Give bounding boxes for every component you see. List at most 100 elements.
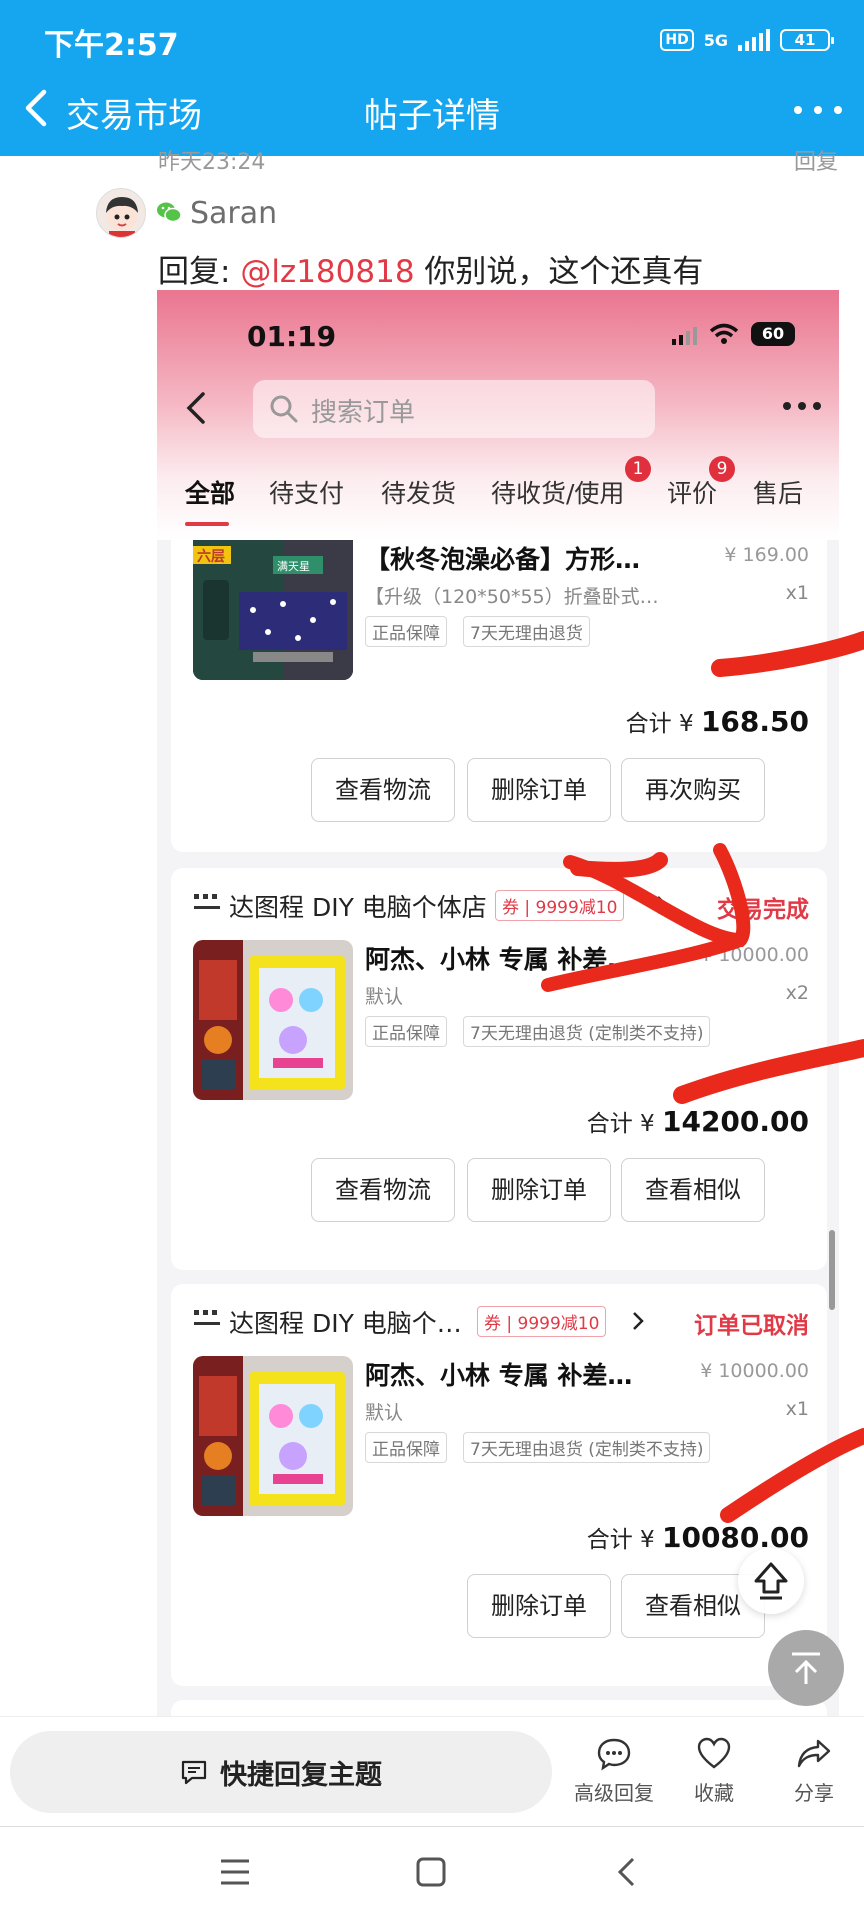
system-navigation-bar xyxy=(0,1826,864,1920)
chevron-right-icon xyxy=(631,1310,645,1336)
tag-authentic: 正品保障 xyxy=(365,1016,447,1047)
product-title: 阿杰、小林 专属 补差… xyxy=(365,1361,633,1390)
back-label[interactable]: 交易市场 xyxy=(66,88,202,137)
product-title: 【秋冬泡澡必备】方形… xyxy=(365,545,641,574)
coupon-label: 券 xyxy=(484,1314,501,1334)
menu-icon[interactable] xyxy=(218,1857,252,1891)
product-qty: x1 xyxy=(785,1398,809,1420)
bathtub-product-image: 六层 满天星 xyxy=(193,540,353,680)
signal-icon xyxy=(738,29,770,51)
home-icon[interactable] xyxy=(414,1855,448,1893)
status-icons: HD 5G 41 xyxy=(660,22,834,58)
comment-icon xyxy=(181,1760,207,1785)
order-total: 合计 ¥ 14200.00 xyxy=(587,1104,809,1138)
product-price: ¥ 169.00 xyxy=(724,544,809,566)
product-title: 阿杰、小林 专属 补差… xyxy=(365,945,633,974)
order-status: 订单已取消 xyxy=(694,1313,809,1339)
inner-back-icon xyxy=(179,386,213,430)
upload-float-button[interactable] xyxy=(738,1548,804,1614)
quick-reply-button[interactable]: 快捷回复主题 xyxy=(10,1731,552,1813)
coupon-label: 券 xyxy=(502,898,519,918)
wifi-icon xyxy=(709,323,739,344)
view-logistics-button: 查看物流 xyxy=(311,1158,455,1222)
inner-status-time: 01:19 xyxy=(247,320,337,353)
product-spec: 默认 xyxy=(365,986,404,1008)
search-placeholder: 搜索订单 xyxy=(311,398,416,428)
arrow-up-outline-icon xyxy=(754,1562,788,1600)
more-button[interactable] xyxy=(794,92,842,128)
coupon-value: 9999减10 xyxy=(517,1314,600,1334)
product-spec: 【升级（120*50*55）折叠卧式… xyxy=(365,586,659,608)
tab-review: 评价 xyxy=(667,479,718,508)
chevron-right-icon xyxy=(655,894,669,920)
delete-order-button: 删除订单 xyxy=(467,1158,611,1222)
tag-authentic: 正品保障 xyxy=(365,1432,447,1463)
inner-more-icon xyxy=(783,402,821,412)
total-amount: 14200.00 xyxy=(661,1105,809,1138)
tab-all: 全部 xyxy=(185,479,236,508)
pc-case-product-image xyxy=(193,940,353,1100)
favorite-button[interactable]: 收藏 xyxy=(666,1737,762,1806)
to-top-icon xyxy=(792,1652,820,1684)
search-icon xyxy=(269,394,299,424)
battery-icon: 41 xyxy=(780,29,834,51)
tag-authentic: 正品保障 xyxy=(365,616,447,647)
thumb-text-b: 满天星 xyxy=(277,560,310,573)
order-card: 六层 满天星 【秋冬泡澡必备】方形… ¥ 169.00 【升级（120*50*5… xyxy=(171,540,827,852)
advanced-reply-button[interactable]: 高级回复 xyxy=(566,1737,662,1806)
reply-prefix: 回复: xyxy=(158,254,241,290)
quick-reply-label: 快捷回复主题 xyxy=(220,1759,382,1791)
product-price: ¥ 10000.00 xyxy=(700,944,809,966)
order-total: 合计 ¥ 168.50 xyxy=(626,704,809,738)
share-button[interactable]: 分享 xyxy=(766,1737,862,1806)
order-card: 达图程 DIY 电脑个体店 券 | 9999减10 交易完成 阿杰、小林 专属 … xyxy=(171,868,827,1270)
reply-link-clipped[interactable]: 回复 xyxy=(794,144,838,176)
avatar[interactable] xyxy=(96,188,146,238)
product-price: ¥ 10000.00 xyxy=(700,1360,809,1382)
screen: 下午2:57 HD 5G 41 交易市场 帖子详情 昨天23:24 回复 Sar… xyxy=(0,0,864,1920)
view-logistics-button: 查看物流 xyxy=(311,758,455,822)
advanced-reply-label: 高级回复 xyxy=(574,1781,654,1805)
coupon-badge: 券 | 9999减10 xyxy=(495,890,625,921)
back-button[interactable] xyxy=(18,86,58,130)
tab-pending-ship: 待发货 xyxy=(381,479,457,508)
product-thumbnail: 六层 满天星 xyxy=(193,540,353,680)
order-status: 交易完成 xyxy=(717,897,809,923)
view-similar-button: 查看相似 xyxy=(621,1158,765,1222)
chevron-left-icon xyxy=(25,89,47,127)
comment-text: 回复: @lz180818 你别说，这个还真有 xyxy=(158,246,703,291)
favorite-label: 收藏 xyxy=(694,1781,734,1805)
chat-bubble-icon xyxy=(597,1738,631,1771)
shop-logo-icon xyxy=(193,892,221,914)
shop-name: 达图程 DIY 电脑个… xyxy=(229,1309,462,1338)
tab-pending-pay: 待支付 xyxy=(269,479,345,508)
scroll-to-top-button[interactable] xyxy=(768,1630,844,1706)
share-label: 分享 xyxy=(794,1781,834,1805)
shop-name: 达图程 DIY 电脑个体店 xyxy=(229,893,487,922)
tag-return: 7天无理由退货 (定制类不支持) xyxy=(463,1432,711,1463)
product-qty: x1 xyxy=(785,582,809,604)
delete-order-button: 删除订单 xyxy=(467,1574,611,1638)
delete-order-button: 删除订单 xyxy=(467,758,611,822)
battery-level: 41 xyxy=(794,31,816,49)
product-spec: 默认 xyxy=(365,1402,404,1424)
heart-icon xyxy=(697,1737,731,1769)
post-time-clipped: 昨天23:24 xyxy=(158,150,266,175)
total-label: 合计 ¥ xyxy=(625,711,694,737)
pc-case-product-image xyxy=(193,1356,353,1516)
network-label: 5G xyxy=(703,30,728,50)
back-nav-icon[interactable] xyxy=(610,1855,644,1893)
username[interactable]: Saran xyxy=(190,196,277,231)
total-amount: 168.50 xyxy=(700,705,809,738)
inner-signal-icon xyxy=(672,323,697,345)
tab-badge: 1 xyxy=(625,456,651,482)
order-page-header: 01:19 60 搜索订单 全部 待支付 待发货 待收货/使用 1 评价 9 售… xyxy=(157,290,839,540)
order-card: 达图程 DIY 电脑个… 券 | 9999减10 订单已取消 阿杰、小林 专属 … xyxy=(171,1284,827,1686)
bottom-action-bar: 快捷回复主题 高级回复 收藏 分享 xyxy=(0,1716,864,1826)
mention-link[interactable]: @lz180818 xyxy=(240,254,414,290)
total-label: 合计 ¥ xyxy=(586,1111,655,1137)
coupon-value: 9999减10 xyxy=(535,898,618,918)
avatar-face-icon xyxy=(106,197,138,237)
order-screenshot-image[interactable]: 01:19 60 搜索订单 全部 待支付 待发货 待收货/使用 1 评价 9 售… xyxy=(157,290,839,1720)
scrollbar xyxy=(829,1230,835,1310)
